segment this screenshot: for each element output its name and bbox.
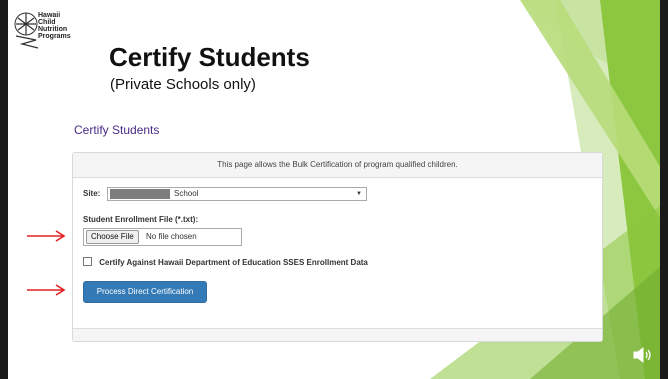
site-select[interactable]: School ▼ xyxy=(107,187,367,201)
choose-file-button[interactable]: Choose File xyxy=(86,230,139,244)
logo-line: Nutrition xyxy=(38,26,68,33)
enrollment-file-input[interactable]: Choose File No file chosen xyxy=(83,228,242,246)
redacted-block xyxy=(110,189,170,199)
file-status-text: No file chosen xyxy=(146,232,197,241)
logo-text: Hawaii Child Nutrition Programs xyxy=(38,12,71,40)
panel-description: This page allows the Bulk Certification … xyxy=(73,153,602,178)
right-arrow-icon xyxy=(27,284,66,296)
process-direct-certification-button[interactable]: Process Direct Certification xyxy=(83,281,207,303)
certify-panel: This page allows the Bulk Certification … xyxy=(72,152,603,342)
slide-subtitle: (Private Schools only) xyxy=(110,76,256,93)
certify-against-label: Certify Against Hawaii Department of Edu… xyxy=(99,258,368,267)
slide: Hawaii Child Nutrition Programs Certify … xyxy=(0,0,668,379)
chevron-down-icon: ▼ xyxy=(356,191,362,197)
panel-footer xyxy=(73,328,602,341)
enrollment-file-label: Student Enrollment File (*.txt): xyxy=(83,215,199,224)
logo-line: Programs xyxy=(38,33,71,40)
logo-line: Hawaii xyxy=(38,12,61,19)
logo-line: Child xyxy=(38,19,56,26)
speaker-icon[interactable] xyxy=(632,346,654,364)
site-row: Site: School ▼ xyxy=(83,187,367,201)
page-title: Certify Students xyxy=(74,123,160,137)
site-selected-value: School xyxy=(174,189,199,198)
certify-against-row: Certify Against Hawaii Department of Edu… xyxy=(83,257,368,267)
panel-body: Site: School ▼ Student Enrollment File (… xyxy=(73,178,602,328)
site-label: Site: xyxy=(83,189,101,198)
right-arrow-icon xyxy=(27,230,66,242)
certify-against-checkbox[interactable] xyxy=(83,257,92,266)
slide-title: Certify Students xyxy=(109,42,310,72)
